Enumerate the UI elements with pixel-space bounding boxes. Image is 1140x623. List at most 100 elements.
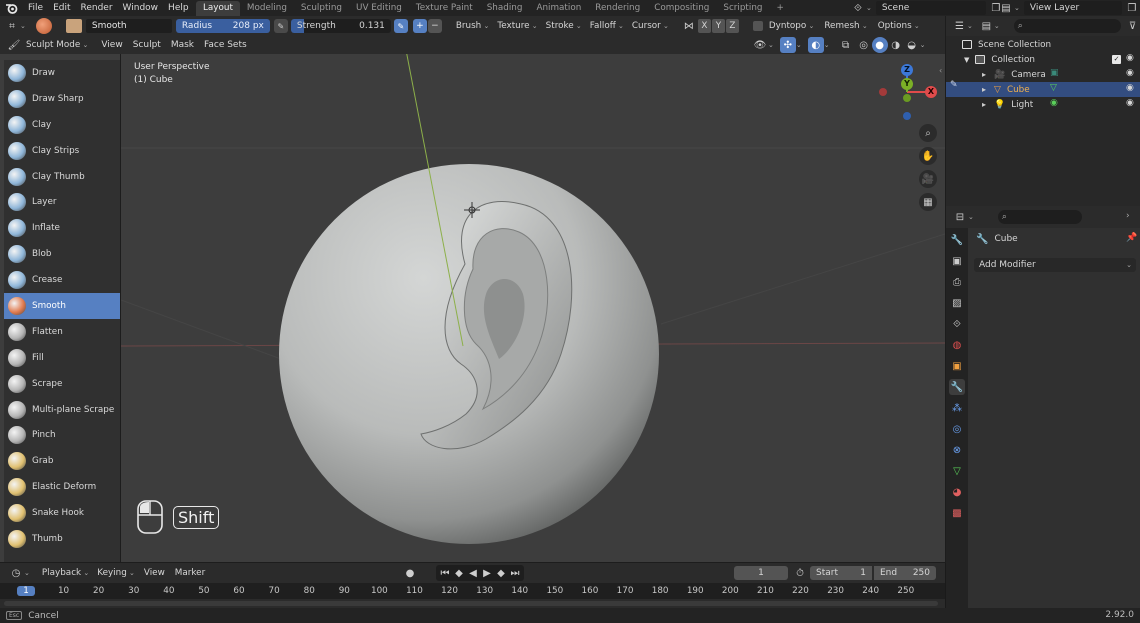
tool-multi-plane-scrape[interactable]: Multi-plane Scrape — [4, 397, 120, 423]
display-mode-icon[interactable]: ▤ — [979, 18, 994, 34]
end-frame-field[interactable]: End 250 — [874, 566, 936, 580]
add-direction-button[interactable]: + — [412, 19, 427, 33]
blender-logo-icon[interactable] — [3, 0, 19, 16]
timeline-menu-marker[interactable]: Marker — [170, 565, 210, 581]
strength-pen-pressure-icon[interactable]: ✎ — [393, 19, 408, 33]
subtract-direction-button[interactable]: − — [427, 19, 442, 33]
object-data-icon[interactable]: ▽ — [1050, 83, 1057, 93]
particles-tab-icon[interactable]: ⁂ — [949, 400, 965, 416]
tool-grab[interactable]: Grab — [4, 448, 120, 474]
tool-smooth[interactable]: Smooth — [4, 293, 120, 319]
tool-snake-hook[interactable]: Snake Hook — [4, 500, 120, 526]
keyframe-record-icon[interactable]: ● — [402, 565, 418, 581]
gizmo-x-label[interactable]: X — [925, 86, 937, 98]
world-tab-icon[interactable]: ◍ — [949, 337, 965, 353]
expand-arrow-icon[interactable]: ▸ — [982, 100, 986, 109]
preview-range-icon[interactable]: ⏱ — [792, 565, 808, 581]
tab-texture-paint[interactable]: Texture Paint — [409, 1, 480, 16]
view-layer-tab-icon[interactable]: ▨ — [949, 295, 965, 311]
properties-editor-icon[interactable]: ⊟ — [952, 209, 968, 225]
shading-wireframe-icon[interactable]: ◎ — [856, 37, 872, 53]
tab-compositing[interactable]: Compositing — [647, 1, 716, 16]
tool-clay[interactable]: Clay — [4, 112, 120, 138]
tool-fill[interactable]: Fill — [4, 345, 120, 371]
zoom-icon[interactable]: ⌕ — [919, 124, 937, 142]
brush-name-field[interactable]: Smooth — [85, 19, 172, 33]
strength-field[interactable]: Strength 0.131 — [290, 19, 391, 33]
object-tab-icon[interactable]: ▣ — [949, 358, 965, 374]
tool-elastic-deform[interactable]: Elastic Deform — [4, 474, 120, 500]
collapse-sidebar-icon[interactable]: ‹ — [939, 66, 942, 75]
expand-arrow-icon[interactable]: ▸ — [982, 85, 986, 94]
menu-window[interactable]: Window — [118, 0, 164, 16]
menu-render[interactable]: Render — [76, 0, 118, 16]
tab-modeling[interactable]: Modeling — [240, 1, 294, 16]
symmetry-z-toggle[interactable]: Z — [725, 19, 739, 33]
start-frame-field[interactable]: Start 1 — [810, 566, 872, 580]
jump-start-icon[interactable]: ⏮ — [438, 565, 452, 581]
ortho-toggle-icon[interactable]: ▦ — [919, 193, 937, 211]
stroke-dropdown[interactable]: Stroke — [542, 18, 586, 34]
tool-draw-sharp[interactable]: Draw Sharp — [4, 86, 120, 112]
pan-hand-icon[interactable]: ✋ — [919, 147, 937, 165]
camera-view-icon[interactable]: 🎥 — [919, 170, 937, 188]
outliner-item-cube[interactable]: ▸ ▽ Cube ▽ ◉ — [946, 82, 1140, 97]
gizmo-toggle-icon[interactable]: ✣ — [779, 37, 796, 53]
brush-dropdown[interactable]: Brush — [452, 18, 493, 34]
outliner-search-input[interactable]: ⌕ — [1013, 19, 1121, 33]
options-dropdown[interactable]: Options — [874, 18, 924, 34]
viewport-menu-sculpt[interactable]: Sculpt — [128, 37, 166, 53]
mode-dropdown[interactable]: Sculpt Mode — [22, 37, 92, 53]
radius-field[interactable]: Radius 208 px — [175, 19, 270, 33]
timeline-menu-playback[interactable]: Playback — [38, 565, 93, 581]
viewport-menu-face-sets[interactable]: Face Sets — [199, 37, 252, 53]
editor-type-icon[interactable]: ⌗ — [4, 18, 20, 34]
tool-thumb[interactable]: Thumb — [4, 526, 120, 552]
jump-end-icon[interactable]: ⏭ — [508, 565, 522, 581]
texture-dropdown[interactable]: Texture — [493, 18, 541, 34]
output-tab-icon[interactable]: ⎙ — [949, 274, 965, 290]
options-chevron-icon[interactable]: › — [1126, 211, 1130, 221]
tool-pinch[interactable]: Pinch — [4, 422, 120, 448]
object-data-icon[interactable]: ◉ — [1050, 98, 1058, 108]
outliner-item-light[interactable]: ▸ 💡 Light ◉ ◉ — [946, 97, 1140, 112]
jump-keyframe-back-icon[interactable]: ◆ — [452, 565, 466, 581]
dyntopo-dropdown[interactable]: Dyntopo — [765, 18, 818, 34]
play-reverse-icon[interactable]: ◀ — [466, 565, 480, 581]
tool-flatten[interactable]: Flatten — [4, 319, 120, 345]
3d-viewport[interactable]: User Perspective (1) Cube X Z Y ⌕ ✋ 🎥 ▦ … — [121, 54, 945, 562]
physics-tab-icon[interactable]: ◎ — [949, 421, 965, 437]
tool-clay-thumb[interactable]: Clay Thumb — [4, 164, 120, 190]
outliner-item-camera[interactable]: ▸ 🎥 Camera ▣ ◉ — [946, 67, 1140, 82]
shading-material-icon[interactable]: ◑ — [888, 37, 904, 53]
tab-shading[interactable]: Shading — [480, 1, 530, 16]
tool-blob[interactable]: Blob — [4, 241, 120, 267]
xray-toggle-icon[interactable]: ⧉ — [838, 37, 854, 53]
object-data-icon[interactable]: ▣ — [1050, 68, 1059, 78]
overlays-toggle-icon[interactable]: ◐ — [807, 37, 824, 53]
clock-icon[interactable]: ◷ — [8, 565, 24, 581]
scene-selector[interactable]: ⟐ ⌄ Scene ❐ — [850, 0, 1004, 16]
viewport-menu-view[interactable]: View — [96, 37, 127, 53]
menu-file[interactable]: File — [23, 0, 48, 16]
remesh-dropdown[interactable]: Remesh — [820, 18, 871, 34]
constraints-tab-icon[interactable]: ⊗ — [949, 442, 965, 458]
current-frame-field[interactable]: 1 — [734, 566, 788, 580]
shading-solid-icon[interactable]: ● — [871, 37, 888, 53]
material-tab-icon[interactable]: ◕ — [949, 484, 965, 500]
data-tab-icon[interactable]: ▽ — [949, 463, 965, 479]
render-tab-icon[interactable]: ▣ — [949, 253, 965, 269]
pin-icon[interactable]: 📌 — [1126, 233, 1137, 243]
radius-pen-pressure-icon[interactable]: ✎ — [273, 19, 288, 33]
copy-icon[interactable]: ❐ — [1124, 0, 1140, 16]
modifier-tab-icon[interactable]: 🔧 — [949, 379, 965, 395]
expand-arrow-icon[interactable]: ▼ — [964, 56, 969, 64]
tool-clay-strips[interactable]: Clay Strips — [4, 138, 120, 164]
expand-arrow-icon[interactable]: ▸ — [982, 70, 986, 79]
visibility-icon[interactable]: 👁 — [752, 37, 768, 53]
active-brush-icon[interactable] — [35, 18, 52, 34]
tab-rendering[interactable]: Rendering — [588, 1, 647, 16]
shading-rendered-icon[interactable]: ◒ — [904, 37, 920, 53]
symmetry-x-toggle[interactable]: X — [697, 19, 711, 33]
tab-animation[interactable]: Animation — [529, 1, 588, 16]
